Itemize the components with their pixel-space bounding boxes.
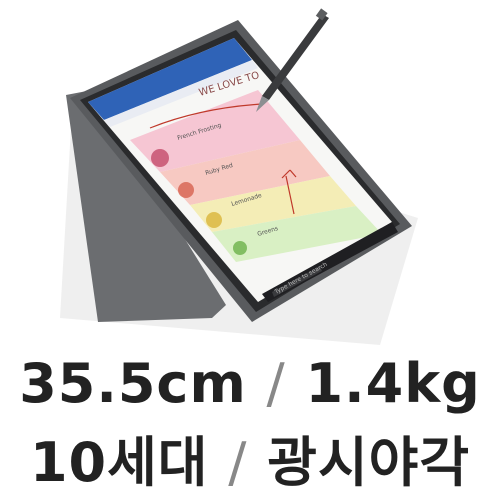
cupcake-icon — [151, 149, 169, 167]
spec-caption: 10세대 / 광시야각 — [0, 418, 500, 497]
weight-text: 1.4kg — [305, 352, 481, 415]
product-photo: WE LOVE TO French Frosting Ruby Red Lemo… — [0, 0, 500, 500]
separator: / — [228, 431, 248, 494]
cupcake-icon — [206, 212, 222, 228]
cupcake-icon — [178, 182, 194, 198]
wide-viewing-angle-text: 광시야각 — [267, 431, 471, 494]
cupcake-icon — [233, 241, 247, 255]
laptop-illustration: WE LOVE TO French Frosting Ruby Red Lemo… — [60, 8, 418, 345]
separator: / — [266, 352, 286, 415]
generation-text: 10세대 — [29, 431, 209, 494]
size-weight-caption: 35.5cm / 1.4kg — [0, 352, 500, 415]
screen-size-text: 35.5cm — [19, 352, 247, 415]
